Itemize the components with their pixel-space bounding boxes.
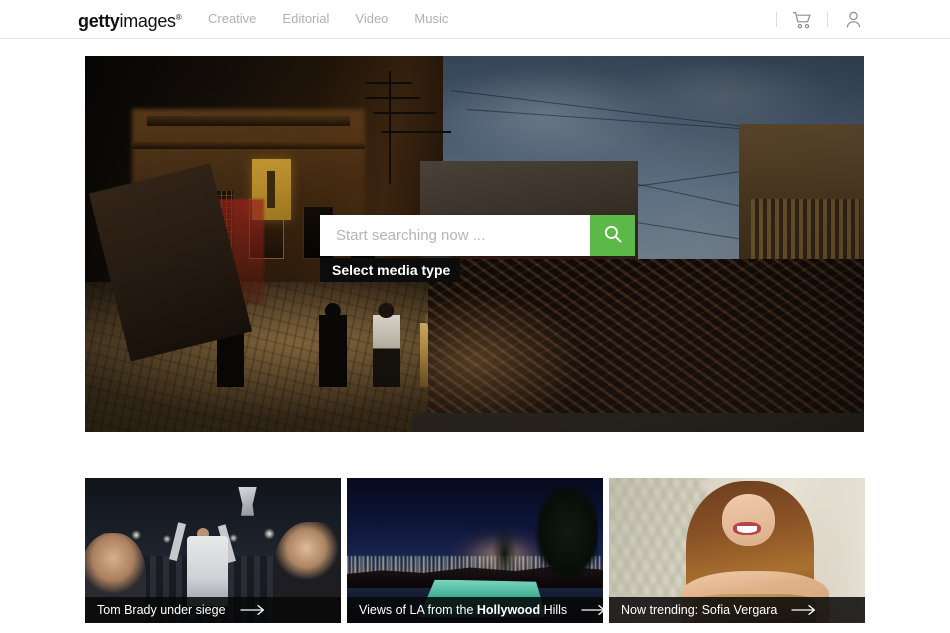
card-sofia-vergara-title: Now trending: Sofia Vergara bbox=[621, 603, 778, 617]
search-icon bbox=[603, 224, 623, 247]
getty-images-logo[interactable]: gettyimages® bbox=[78, 8, 182, 31]
nav-item-video[interactable]: Video bbox=[355, 11, 388, 26]
logo-regular-text: images bbox=[119, 11, 177, 31]
cart-icon[interactable] bbox=[791, 9, 813, 31]
logo-bold-text: getty bbox=[78, 11, 120, 31]
hero-search-bar bbox=[320, 215, 635, 256]
user-icon[interactable] bbox=[842, 9, 864, 31]
card-hollywood-hills[interactable]: Views of LA from the Hollywood Hills bbox=[347, 478, 603, 623]
card-tom-brady[interactable]: Tom Brady under siege bbox=[85, 478, 341, 623]
divider-before-cart bbox=[776, 12, 777, 27]
card-sofia-vergara[interactable]: Now trending: Sofia Vergara bbox=[609, 478, 865, 623]
card-tom-brady-title: Tom Brady under siege bbox=[97, 603, 226, 617]
featured-cards: Tom Brady under siege Views of LA from t… bbox=[85, 478, 865, 623]
card-arrow-icon bbox=[239, 604, 266, 616]
tree-mid bbox=[490, 518, 519, 583]
site-header: gettyimages® Creative Editorial Video Mu… bbox=[0, 0, 950, 39]
card-hollywood-hills-caption: Views of LA from the Hollywood Hills bbox=[347, 597, 603, 623]
nav-item-creative[interactable]: Creative bbox=[208, 11, 256, 26]
main-navigation: Creative Editorial Video Music bbox=[208, 11, 448, 26]
card-sofia-vergara-caption: Now trending: Sofia Vergara bbox=[609, 597, 865, 623]
header-actions bbox=[762, 0, 864, 39]
card-arrow-icon bbox=[581, 604, 603, 616]
card-hollywood-hills-title: Views of LA from the Hollywood Hills bbox=[359, 603, 568, 617]
search-input[interactable] bbox=[320, 215, 590, 256]
face bbox=[721, 493, 776, 547]
card-arrow-icon bbox=[791, 604, 817, 616]
search-button[interactable] bbox=[590, 215, 635, 256]
logo-trademark: ® bbox=[175, 13, 182, 22]
nav-item-editorial[interactable]: Editorial bbox=[282, 11, 329, 26]
divider-before-account bbox=[827, 12, 828, 27]
select-media-type-dropdown[interactable]: Select media type bbox=[320, 258, 461, 282]
tree-right bbox=[531, 483, 598, 592]
nav-item-music[interactable]: Music bbox=[414, 11, 448, 26]
card-tom-brady-caption: Tom Brady under siege bbox=[85, 597, 341, 623]
select-media-type-label: Select media type bbox=[332, 262, 451, 278]
athlete-jersey bbox=[187, 536, 229, 606]
